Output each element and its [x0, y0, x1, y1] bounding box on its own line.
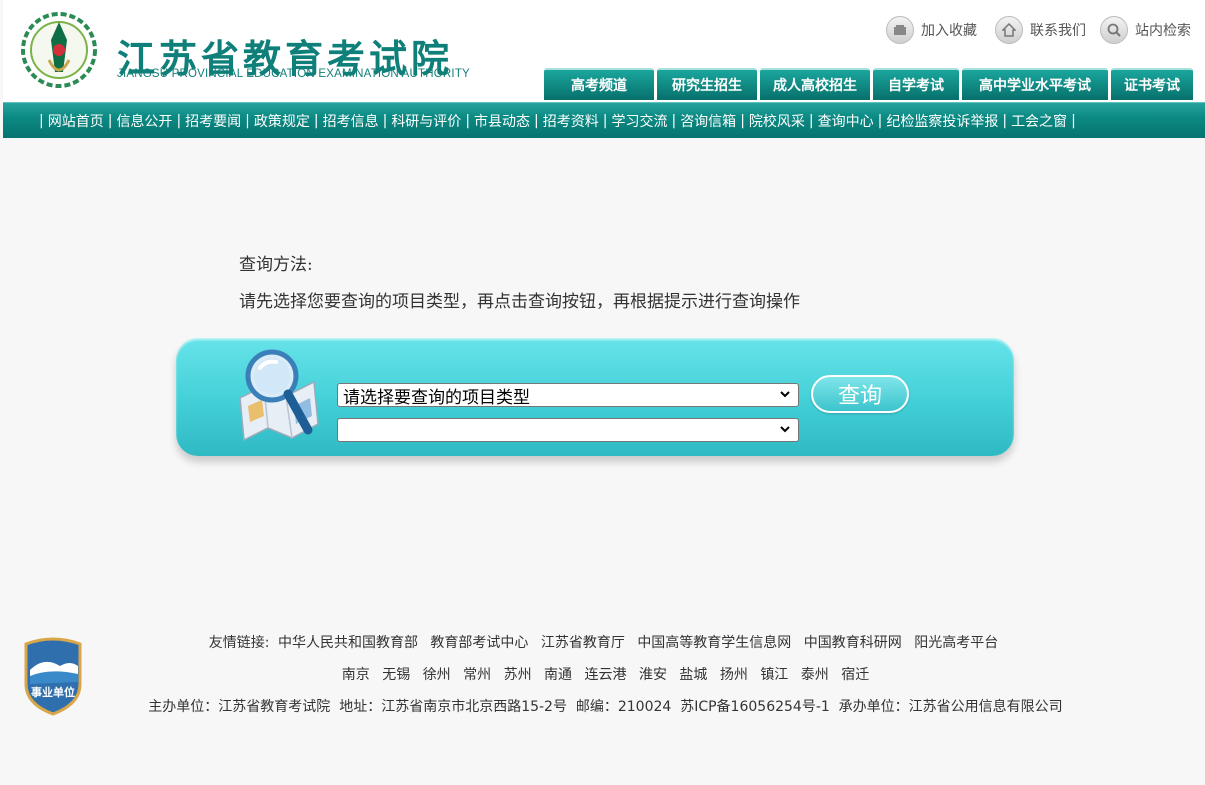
nav-separator: |: [382, 112, 388, 129]
query-method-title: 查询方法:: [239, 255, 313, 275]
nav-item-exchange[interactable]: 学习交流: [611, 111, 667, 131]
nav-separator: |: [534, 112, 539, 129]
nav-item-research[interactable]: 科研与评价: [391, 111, 461, 131]
home-icon: [995, 16, 1023, 44]
city-link[interactable]: 无锡: [382, 667, 410, 683]
query-method-text: 请先选择您要查询的项目类型，再点击查询按钮，再根据提示进行查询操作: [239, 292, 800, 312]
chevron-down-icon: [780, 426, 790, 433]
friend-links: 友情链接: 中华人民共和国教育部 教育部考试中心 江苏省教育厅 中国高等教育学生…: [3, 632, 1205, 652]
tab-adult-college[interactable]: 成人高校招生: [760, 68, 870, 100]
bookmark-label: 加入收藏: [921, 23, 977, 39]
nav-separator: |: [602, 112, 608, 129]
nav-item-public-info[interactable]: 信息公开: [116, 111, 172, 131]
nav-separator: |: [808, 112, 814, 129]
city-link[interactable]: 扬州: [720, 667, 748, 683]
city-link[interactable]: 南通: [544, 667, 572, 683]
site-search-label: 站内检索: [1135, 23, 1191, 39]
contact-link[interactable]: 联系我们: [995, 14, 1086, 46]
main-nav: | 网站首页 | 信息公开 | 招考要闻 | 政策规定 | 招考信息 | 科研与评价 | 市…: [3, 102, 1205, 138]
city-link[interactable]: 连云港: [585, 667, 627, 683]
nav-item-union[interactable]: 工会之窗: [1011, 111, 1067, 131]
logo-emblem-icon[interactable]: [19, 10, 99, 90]
logo-title-en[interactable]: JIANGSU PROVINCIAL EDUCATION EXAMINATION…: [117, 68, 470, 80]
friend-link[interactable]: 阳光高考平台: [914, 635, 998, 651]
channel-tabs: 高考频道 研究生招生 成人高校招生 自学考试 高中学业水平考试 证书考试: [544, 68, 1196, 102]
city-link[interactable]: 南京: [342, 667, 370, 683]
tab-self-study[interactable]: 自学考试: [873, 68, 959, 100]
nav-separator: |: [313, 112, 319, 129]
tab-high-school[interactable]: 高中学业水平考试: [962, 68, 1108, 100]
nav-separator: |: [1002, 112, 1008, 129]
bookmark-link[interactable]: 加入收藏: [886, 14, 977, 46]
nav-item-materials[interactable]: 招考资料: [543, 111, 599, 131]
friend-link[interactable]: 江苏省教育厅: [541, 635, 625, 651]
nav-separator: |: [877, 112, 883, 129]
project-type-select[interactable]: 请选择要查询的项目类型: [337, 383, 799, 408]
nav-separator: |: [1071, 112, 1076, 129]
city-link[interactable]: 苏州: [504, 667, 532, 683]
nav-item-exam-info[interactable]: 招考信息: [323, 111, 379, 131]
magnifier-map-icon: [239, 349, 319, 442]
city-link[interactable]: 泰州: [801, 667, 829, 683]
friend-link[interactable]: 中华人民共和国教育部: [278, 635, 418, 651]
city-link[interactable]: 镇江: [760, 667, 788, 683]
friend-link[interactable]: 教育部考试中心: [430, 635, 528, 651]
nav-separator: |: [465, 112, 471, 129]
nav-item-policy[interactable]: 政策规定: [254, 111, 310, 131]
contact-label: 联系我们: [1030, 23, 1086, 39]
site-info: 主办单位：江苏省教育考试院 地址：江苏省南京市北京西路15-2号 邮编：2100…: [148, 699, 1063, 715]
nav-separator: |: [176, 112, 182, 129]
city-links: 南京 无锡 徐州 常州 苏州 南通 连云港 淮安 盐城 扬州 镇江 泰州 宿迁: [3, 664, 1205, 684]
nav-item-mailbox[interactable]: 咨询信箱: [680, 111, 736, 131]
nav-separator: |: [671, 112, 677, 129]
city-link[interactable]: 常州: [463, 667, 491, 683]
friend-links-label: 友情链接:: [208, 635, 270, 651]
city-link[interactable]: 宿迁: [841, 667, 869, 683]
tab-certificate[interactable]: 证书考试: [1111, 68, 1193, 100]
nav-separator: |: [39, 112, 44, 129]
page: 江苏省教育考试院 JIANGSU PROVINCIAL EDUCATION EX…: [0, 0, 1205, 785]
nav-items: | 网站首页 | 信息公开 | 招考要闻 | 政策规定 | 招考信息 | 科研与评价 | 市…: [35, 103, 1080, 138]
query-button[interactable]: 查询: [811, 375, 909, 413]
nav-item-home[interactable]: 网站首页: [48, 111, 104, 131]
nav-item-query-center[interactable]: 查询中心: [818, 111, 874, 131]
nav-item-complaints[interactable]: 纪检监察投诉举报: [886, 111, 998, 131]
city-link[interactable]: 徐州: [423, 667, 451, 683]
city-link[interactable]: 盐城: [679, 667, 707, 683]
project-type-select-value: 请选择要查询的项目类型: [343, 387, 530, 408]
nav-item-city-news[interactable]: 市县动态: [474, 111, 530, 131]
friend-link[interactable]: 中国高等教育学生信息网: [637, 635, 791, 651]
bookmark-icon: [886, 16, 914, 44]
sub-item-select[interactable]: [337, 418, 799, 442]
tab-graduate[interactable]: 研究生招生: [657, 68, 757, 100]
nav-item-colleges[interactable]: 院校风采: [749, 111, 805, 131]
nav-item-news[interactable]: 招考要闻: [185, 111, 241, 131]
nav-separator: |: [740, 112, 745, 129]
city-link[interactable]: 淮安: [639, 667, 667, 683]
tab-gaokao[interactable]: 高考频道: [544, 68, 654, 100]
nav-separator: |: [245, 112, 250, 129]
chevron-down-icon: [780, 391, 790, 398]
friend-link[interactable]: 中国教育科研网: [804, 635, 902, 651]
site-search-link[interactable]: 站内检索: [1100, 14, 1191, 46]
header: 江苏省教育考试院 JIANGSU PROVINCIAL EDUCATION EX…: [3, 0, 1205, 102]
search-icon: [1100, 16, 1128, 44]
nav-separator: |: [107, 112, 113, 129]
